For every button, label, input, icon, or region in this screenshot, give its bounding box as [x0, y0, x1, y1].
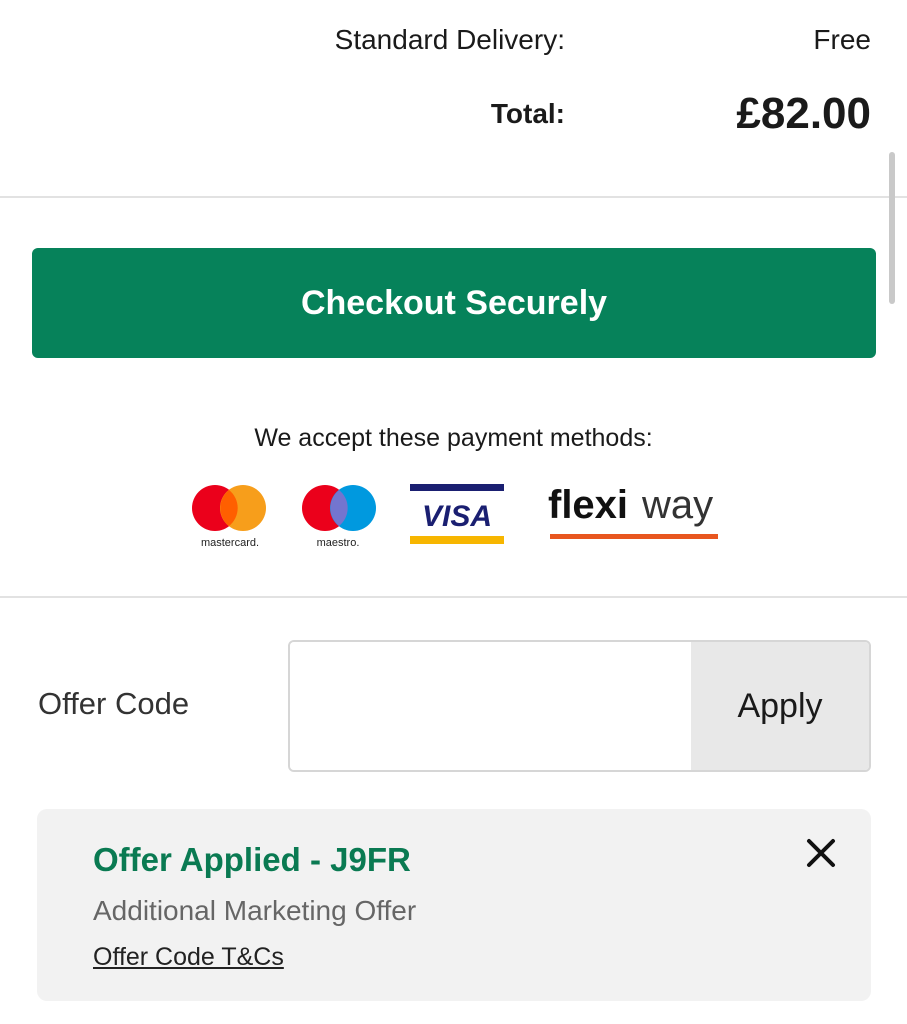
payment-methods-heading: We accept these payment methods:: [254, 424, 653, 452]
total-row: Total: £82.00: [0, 86, 907, 142]
svg-text:maestro.: maestro.: [317, 537, 360, 549]
remove-offer-button[interactable]: [799, 831, 843, 875]
mastercard-logo: mastercard.: [192, 485, 266, 549]
total-label: Total:: [490, 98, 565, 129]
offer-applied-panel: Offer Applied - J9FR Additional Marketin…: [37, 809, 871, 1001]
flexiway-logo: flexi way: [548, 483, 718, 539]
offer-code-input[interactable]: [290, 642, 691, 770]
total-value: £82.00: [736, 89, 871, 138]
maestro-logo: maestro.: [302, 485, 376, 549]
svg-text:flexi: flexi: [548, 483, 628, 527]
svg-text:mastercard.: mastercard.: [201, 537, 259, 549]
svg-text:VISA: VISA: [422, 500, 492, 533]
offer-code-label: Offer Code: [38, 686, 190, 721]
checkout-page: Standard Delivery: Free Total: £82.00 Ch…: [0, 0, 907, 1024]
apply-button[interactable]: Apply: [691, 642, 869, 770]
divider: [0, 596, 907, 598]
offer-terms-link[interactable]: Offer Code T&Cs: [93, 943, 284, 972]
offer-code-field: Apply: [288, 640, 871, 772]
offer-description: Additional Marketing Offer: [93, 895, 417, 926]
close-icon: [807, 839, 835, 867]
checkout-securely-button[interactable]: Checkout Securely: [32, 248, 876, 358]
divider: [0, 196, 907, 198]
delivery-row: Standard Delivery: Free: [0, 22, 907, 58]
delivery-label: Standard Delivery:: [334, 24, 565, 55]
offer-applied-title: Offer Applied - J9FR: [93, 841, 411, 878]
svg-text:way: way: [641, 483, 713, 527]
payment-logos: mastercard. maestro. VISA flexi way: [0, 474, 907, 564]
delivery-value: Free: [813, 24, 871, 55]
scrollbar[interactable]: [889, 152, 895, 304]
visa-logo: VISA: [410, 484, 504, 544]
